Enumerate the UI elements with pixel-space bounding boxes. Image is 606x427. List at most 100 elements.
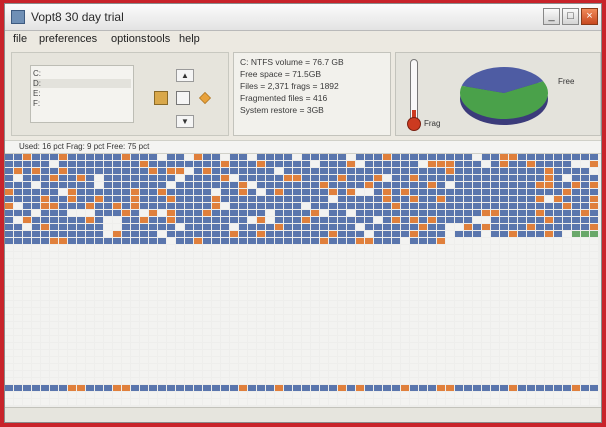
disk-block bbox=[455, 357, 463, 363]
disk-block bbox=[167, 357, 175, 363]
disk-block bbox=[374, 392, 382, 398]
disk-block bbox=[113, 231, 121, 237]
drive-list[interactable]: C: D: E: F: bbox=[30, 65, 134, 123]
disk-block bbox=[374, 308, 382, 314]
disk-block bbox=[221, 357, 229, 363]
disk-block bbox=[275, 154, 283, 160]
disk-block bbox=[401, 308, 409, 314]
disk-block bbox=[14, 245, 22, 251]
disk-block bbox=[572, 378, 580, 384]
disk-block bbox=[590, 350, 598, 356]
disk-block bbox=[581, 154, 589, 160]
disk-block bbox=[149, 287, 157, 293]
disk-block bbox=[572, 196, 580, 202]
pencil-icon[interactable] bbox=[199, 92, 211, 104]
menu-options[interactable]: options bbox=[111, 33, 146, 45]
disk-block bbox=[392, 357, 400, 363]
disk-block bbox=[176, 280, 184, 286]
disk-block bbox=[122, 315, 130, 321]
disk-block bbox=[446, 336, 454, 342]
disk-block bbox=[185, 273, 193, 279]
disk-block bbox=[41, 308, 49, 314]
list-item[interactable]: E: bbox=[33, 89, 131, 98]
maximize-button[interactable]: □ bbox=[562, 8, 579, 25]
scroll-up-button[interactable]: ▲ bbox=[176, 69, 194, 82]
disk-block bbox=[86, 266, 94, 272]
disk-block bbox=[14, 308, 22, 314]
disk-block bbox=[491, 294, 499, 300]
disk-block bbox=[545, 315, 553, 321]
disk-block bbox=[365, 203, 373, 209]
disk-block bbox=[95, 266, 103, 272]
menu-preferences[interactable]: preferences bbox=[39, 33, 97, 45]
disk-block bbox=[176, 308, 184, 314]
disk-block bbox=[113, 266, 121, 272]
disk-block bbox=[320, 273, 328, 279]
title-bar[interactable]: Vopt8 30 day trial _ □ × bbox=[5, 4, 601, 31]
disk-block bbox=[113, 287, 121, 293]
list-item[interactable]: F: bbox=[33, 99, 131, 108]
disk-block bbox=[392, 175, 400, 181]
disk-block bbox=[50, 329, 58, 335]
disk-block bbox=[77, 259, 85, 265]
scroll-down-button[interactable]: ▼ bbox=[176, 115, 194, 128]
disk-block bbox=[275, 224, 283, 230]
defrag-icon[interactable] bbox=[176, 91, 190, 105]
disk-block bbox=[50, 371, 58, 377]
list-item[interactable]: D: bbox=[33, 79, 131, 88]
menu-help[interactable]: help bbox=[179, 33, 200, 45]
disk-block bbox=[401, 385, 409, 391]
disk-block bbox=[284, 273, 292, 279]
close-button[interactable]: × bbox=[581, 8, 598, 25]
disk-block bbox=[32, 280, 40, 286]
menu-tools[interactable]: tools bbox=[147, 33, 170, 45]
disk-block bbox=[104, 385, 112, 391]
disk-block bbox=[374, 189, 382, 195]
disk-block bbox=[581, 231, 589, 237]
minimize-button[interactable]: _ bbox=[543, 8, 560, 25]
disk-block bbox=[203, 399, 211, 405]
disk-block bbox=[212, 301, 220, 307]
disk-block bbox=[581, 175, 589, 181]
disk-block bbox=[50, 322, 58, 328]
disk-block bbox=[518, 392, 526, 398]
disk-block bbox=[500, 392, 508, 398]
disk-block bbox=[419, 385, 427, 391]
disk-block bbox=[437, 217, 445, 223]
disk-block bbox=[59, 273, 67, 279]
disk-block bbox=[185, 252, 193, 258]
disk-map[interactable] bbox=[5, 154, 601, 422]
menu-file[interactable]: file bbox=[13, 33, 27, 45]
disk-block bbox=[284, 399, 292, 405]
disk-block bbox=[329, 245, 337, 251]
disk-block bbox=[473, 322, 481, 328]
disk-block bbox=[230, 399, 238, 405]
disk-block bbox=[41, 385, 49, 391]
disk-block bbox=[41, 252, 49, 258]
disk-block bbox=[275, 315, 283, 321]
disk-block bbox=[500, 196, 508, 202]
disk-block bbox=[203, 259, 211, 265]
stat-fragmented: Fragmented files = 416 bbox=[240, 93, 328, 103]
disk-block bbox=[491, 301, 499, 307]
disk-block bbox=[77, 308, 85, 314]
disk-block bbox=[518, 217, 526, 223]
analyze-icon[interactable] bbox=[154, 91, 168, 105]
disk-block bbox=[284, 210, 292, 216]
disk-block bbox=[68, 196, 76, 202]
disk-block bbox=[113, 378, 121, 384]
disk-block bbox=[266, 336, 274, 342]
disk-block bbox=[563, 175, 571, 181]
disk-block bbox=[374, 154, 382, 160]
disk-block bbox=[131, 210, 139, 216]
disk-block bbox=[554, 154, 562, 160]
disk-block bbox=[572, 224, 580, 230]
disk-block bbox=[581, 357, 589, 363]
disk-block bbox=[32, 308, 40, 314]
disk-block bbox=[455, 245, 463, 251]
disk-block bbox=[275, 210, 283, 216]
disk-block bbox=[68, 154, 76, 160]
disk-block bbox=[338, 154, 346, 160]
list-item[interactable]: C: bbox=[33, 69, 131, 78]
disk-block bbox=[248, 231, 256, 237]
